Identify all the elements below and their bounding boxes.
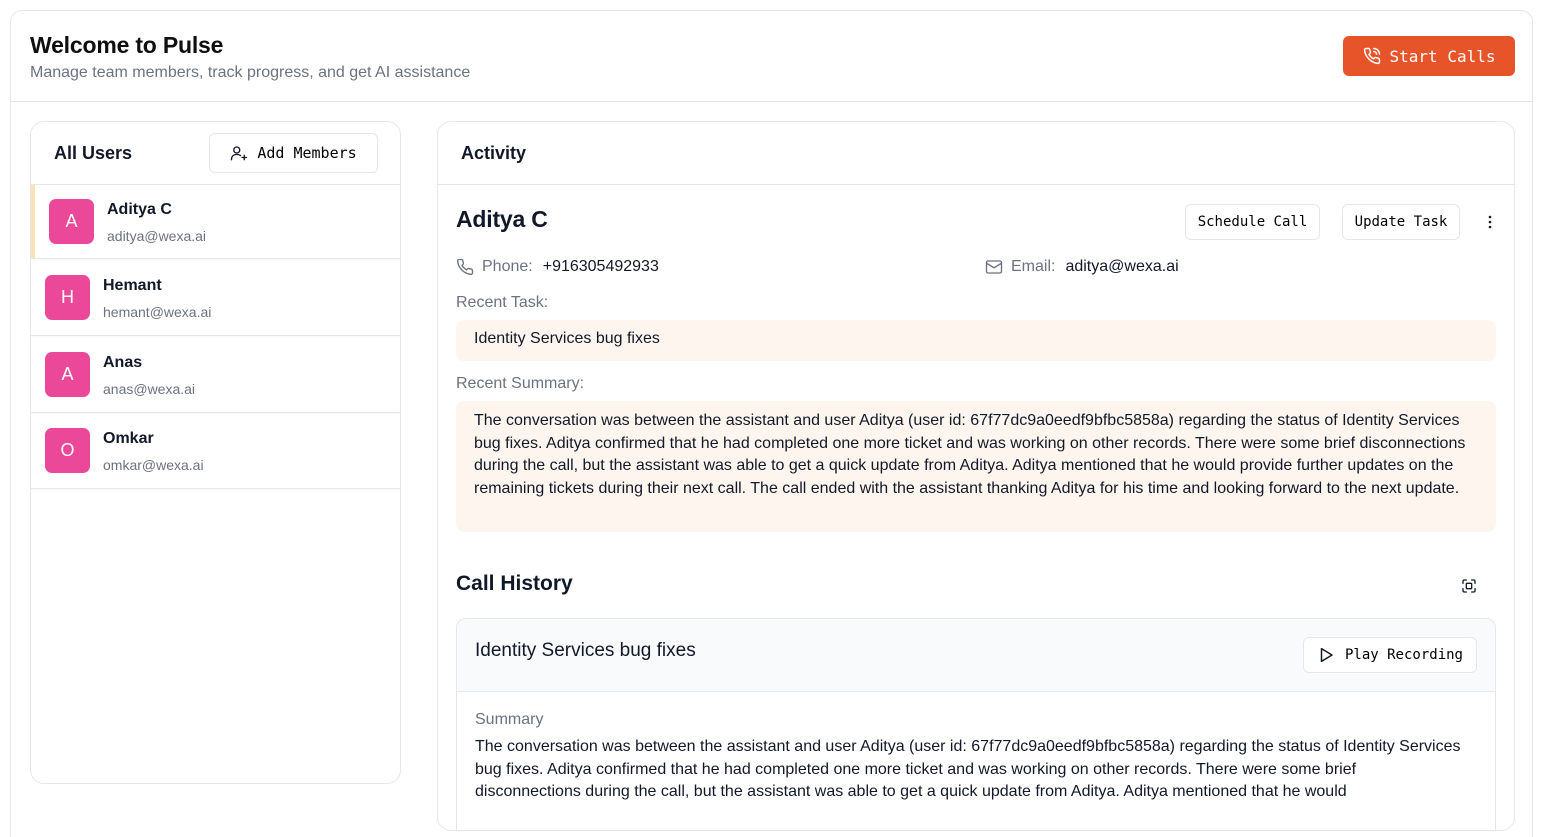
avatar: O [45, 428, 90, 473]
activity-panel: Activity Aditya C Schedule Call Update T… [437, 121, 1515, 831]
add-members-button[interactable]: Add Members [209, 133, 378, 173]
selected-user-name: Aditya C [456, 206, 548, 232]
app-frame: Welcome to Pulse Manage team members, tr… [10, 10, 1533, 837]
call-summary-label: Summary [475, 711, 544, 728]
recent-summary-box: The conversation was between the assista… [456, 401, 1496, 532]
user-list-item[interactable]: H Hemant hemant@wexa.ai [31, 261, 400, 336]
phone-label: Phone: [482, 258, 533, 275]
phone-call-icon [1363, 47, 1381, 65]
phone-value: +916305492933 [542, 258, 659, 275]
page-subtitle: Manage team members, track progress, and… [30, 64, 471, 81]
call-card-header: Identity Services bug fixes Play Recordi… [457, 619, 1495, 692]
email-label: Email: [1011, 258, 1056, 275]
schedule-call-button[interactable]: Schedule Call [1185, 204, 1320, 240]
email-info: Email: aditya@wexa.ai [985, 258, 1179, 276]
avatar: H [45, 275, 90, 320]
activity-title: Activity [461, 143, 527, 163]
user-email: aditya@wexa.ai [107, 228, 207, 244]
page-header: Welcome to Pulse Manage team members, tr… [11, 11, 1532, 102]
users-panel-title: All Users [54, 143, 133, 163]
user-list-item[interactable]: A Aditya C aditya@wexa.ai [31, 185, 400, 259]
avatar: A [45, 352, 90, 397]
avatar: A [49, 199, 94, 244]
user-email: hemant@wexa.ai [103, 304, 212, 320]
recent-task-label: Recent Task: [456, 294, 549, 311]
start-calls-button[interactable]: Start Calls [1343, 36, 1515, 76]
page-title: Welcome to Pulse [30, 32, 224, 58]
play-recording-button[interactable]: Play Recording [1303, 637, 1477, 673]
call-history-card: Identity Services bug fixes Play Recordi… [456, 618, 1496, 830]
recent-task-box: Identity Services bug fixes [456, 320, 1496, 361]
user-plus-icon [230, 144, 248, 162]
user-list-item[interactable]: A Anas anas@wexa.ai [31, 338, 400, 413]
play-icon [1317, 646, 1335, 664]
user-name: Omkar [103, 430, 154, 447]
phone-icon [456, 258, 474, 276]
user-email: anas@wexa.ai [103, 381, 196, 397]
user-email: omkar@wexa.ai [103, 457, 204, 473]
users-panel: All Users Add Members A Aditya C aditya@… [30, 121, 401, 784]
start-calls-label: Start Calls [1389, 46, 1496, 66]
expand-icon[interactable] [1458, 575, 1480, 597]
user-list-item[interactable]: O Omkar omkar@wexa.ai [31, 414, 400, 489]
call-history-title: Call History [456, 572, 573, 595]
phone-info: Phone: +916305492933 [456, 258, 659, 276]
user-name: Anas [103, 354, 143, 371]
activity-panel-header: Activity [438, 122, 1514, 185]
mail-icon [985, 258, 1003, 276]
update-task-button[interactable]: Update Task [1342, 204, 1460, 240]
call-summary-text: The conversation was between the assista… [475, 738, 1461, 800]
recent-summary-label: Recent Summary: [456, 375, 585, 392]
more-options-icon[interactable] [1479, 208, 1501, 236]
email-value: aditya@wexa.ai [1065, 258, 1179, 275]
add-members-label: Add Members [257, 144, 357, 162]
user-name: Hemant [103, 277, 162, 294]
call-title: Identity Services bug fixes [475, 640, 696, 661]
user-name: Aditya C [107, 201, 172, 218]
users-panel-header: All Users Add Members [31, 122, 400, 185]
play-recording-label: Play Recording [1344, 647, 1463, 663]
